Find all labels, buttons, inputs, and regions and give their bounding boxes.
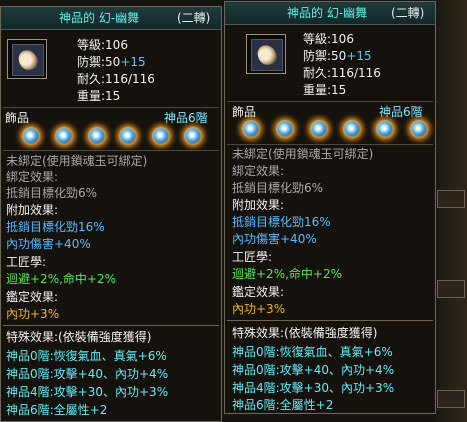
- item-name: 神品的 幻-幽舞: [59, 11, 140, 25]
- unbound-text: 未綁定(使用鎖魂玉可綁定): [6, 154, 148, 168]
- game-window-edge: [436, 0, 467, 422]
- item-tooltip-right: 神品的 幻-幽舞 (二轉) 等級:106 防禦:50+15 耐久:116/116…: [224, 1, 436, 414]
- gem-section-label: 飾品: [232, 105, 257, 119]
- divider: [227, 144, 433, 145]
- divider: [227, 101, 433, 102]
- item-rebirth: (二轉): [177, 11, 211, 25]
- special-label: 特殊效果:(依裝備強度獲得): [232, 326, 378, 340]
- level-row: 等級:106: [77, 38, 128, 52]
- defense-row: 防禦:50+15: [303, 49, 372, 63]
- gem-orb-icon: [343, 120, 361, 138]
- special-effect-2: 神品0階:攻擊+40、內功+4%: [232, 363, 395, 377]
- gem-orb-icon: [184, 127, 202, 145]
- special-effect-4: 神品6階:全屬性+2: [6, 403, 108, 417]
- durability-row: 耐久:116/116: [77, 72, 155, 86]
- craft-label: 工匠學:: [232, 250, 273, 264]
- extra-effect-1: 抵銷目標化勁16%: [232, 215, 331, 229]
- extra-effect-2: 內功傷害+40%: [6, 237, 91, 251]
- bind-effect-label: 綁定效果:: [6, 170, 59, 184]
- appraise-effect: 內功+3%: [232, 302, 286, 316]
- game-side-button[interactable]: [437, 390, 465, 408]
- gem-tier-label: 神品6階: [379, 105, 423, 119]
- game-side-button[interactable]: [437, 190, 465, 208]
- level-row: 等級:106: [303, 32, 354, 46]
- appraise-label: 鑑定效果:: [232, 285, 285, 299]
- gem-orb-icon: [376, 120, 394, 138]
- gem-section-label: 飾品: [5, 111, 30, 125]
- tooltip-titlebar: 神品的 幻-幽舞 (二轉): [225, 2, 435, 25]
- defense-row: 防禦:50+15: [77, 55, 146, 69]
- craft-label: 工匠學:: [6, 255, 47, 269]
- bind-effect-value: 抵銷目標化勁6%: [232, 181, 324, 195]
- extra-effect-1: 抵銷目標化勁16%: [6, 220, 105, 234]
- item-name: 神品的 幻-幽舞: [287, 6, 368, 20]
- craft-effect: 迴避+2%,命中+2%: [6, 272, 116, 286]
- extra-effect-2: 內功傷害+40%: [232, 232, 317, 246]
- item-rebirth: (二轉): [391, 6, 425, 20]
- bind-effect-label: 綁定效果:: [232, 164, 285, 178]
- bind-effect-value: 抵銷目標化勁6%: [6, 186, 98, 200]
- gem-orb-icon: [152, 127, 170, 145]
- gem-orb-icon: [55, 127, 73, 145]
- gem-orb-icon: [310, 120, 328, 138]
- robe-item-icon: [12, 44, 44, 76]
- gem-orb-icon: [88, 127, 106, 145]
- item-tooltip-left: 神品的 幻-幽舞 (二轉) 等級:106 防禦:50+15 耐久:116/116…: [0, 6, 222, 422]
- item-icon-frame[interactable]: [246, 34, 286, 74]
- gem-tier-label: 神品6階: [164, 111, 208, 125]
- special-effect-3: 神品4階:攻擊+30、內功+3%: [232, 381, 395, 395]
- special-effect-4: 神品6階:全屬性+2: [232, 398, 334, 412]
- craft-effect: 迴避+2%,命中+2%: [232, 267, 342, 281]
- robe-item-icon: [251, 39, 283, 71]
- appraise-label: 鑑定效果:: [6, 290, 59, 304]
- appraise-effect: 內功+3%: [6, 307, 60, 321]
- special-effect-2: 神品0階:攻擊+40、內功+4%: [6, 367, 169, 381]
- gem-orb-icon: [22, 127, 40, 145]
- special-effect-3: 神品4階:攻擊+30、內功+3%: [6, 385, 169, 399]
- item-icon-frame[interactable]: [7, 39, 47, 79]
- game-side-button[interactable]: [437, 280, 465, 298]
- special-label: 特殊效果:(依裝備強度獲得): [6, 330, 152, 344]
- weight-row: 重量:15: [77, 89, 121, 103]
- divider: [3, 150, 219, 151]
- gem-orb-icon: [410, 120, 428, 138]
- extra-effect-label: 附加效果:: [232, 198, 285, 212]
- extra-effect-label: 附加效果:: [6, 203, 59, 217]
- gem-orb-icon: [276, 120, 294, 138]
- weight-row: 重量:15: [303, 83, 347, 97]
- unbound-text: 未綁定(使用鎖魂玉可綁定): [232, 147, 374, 161]
- gem-orb-icon: [242, 120, 260, 138]
- special-effect-1: 神品0階:恢復氣血、真氣+6%: [6, 349, 167, 363]
- durability-row: 耐久:116/116: [303, 66, 381, 80]
- special-effect-1: 神品0階:恢復氣血、真氣+6%: [232, 345, 393, 359]
- divider: [3, 107, 219, 108]
- tooltip-titlebar: 神品的 幻-幽舞 (二轉): [1, 7, 221, 30]
- gem-orb-icon: [119, 127, 137, 145]
